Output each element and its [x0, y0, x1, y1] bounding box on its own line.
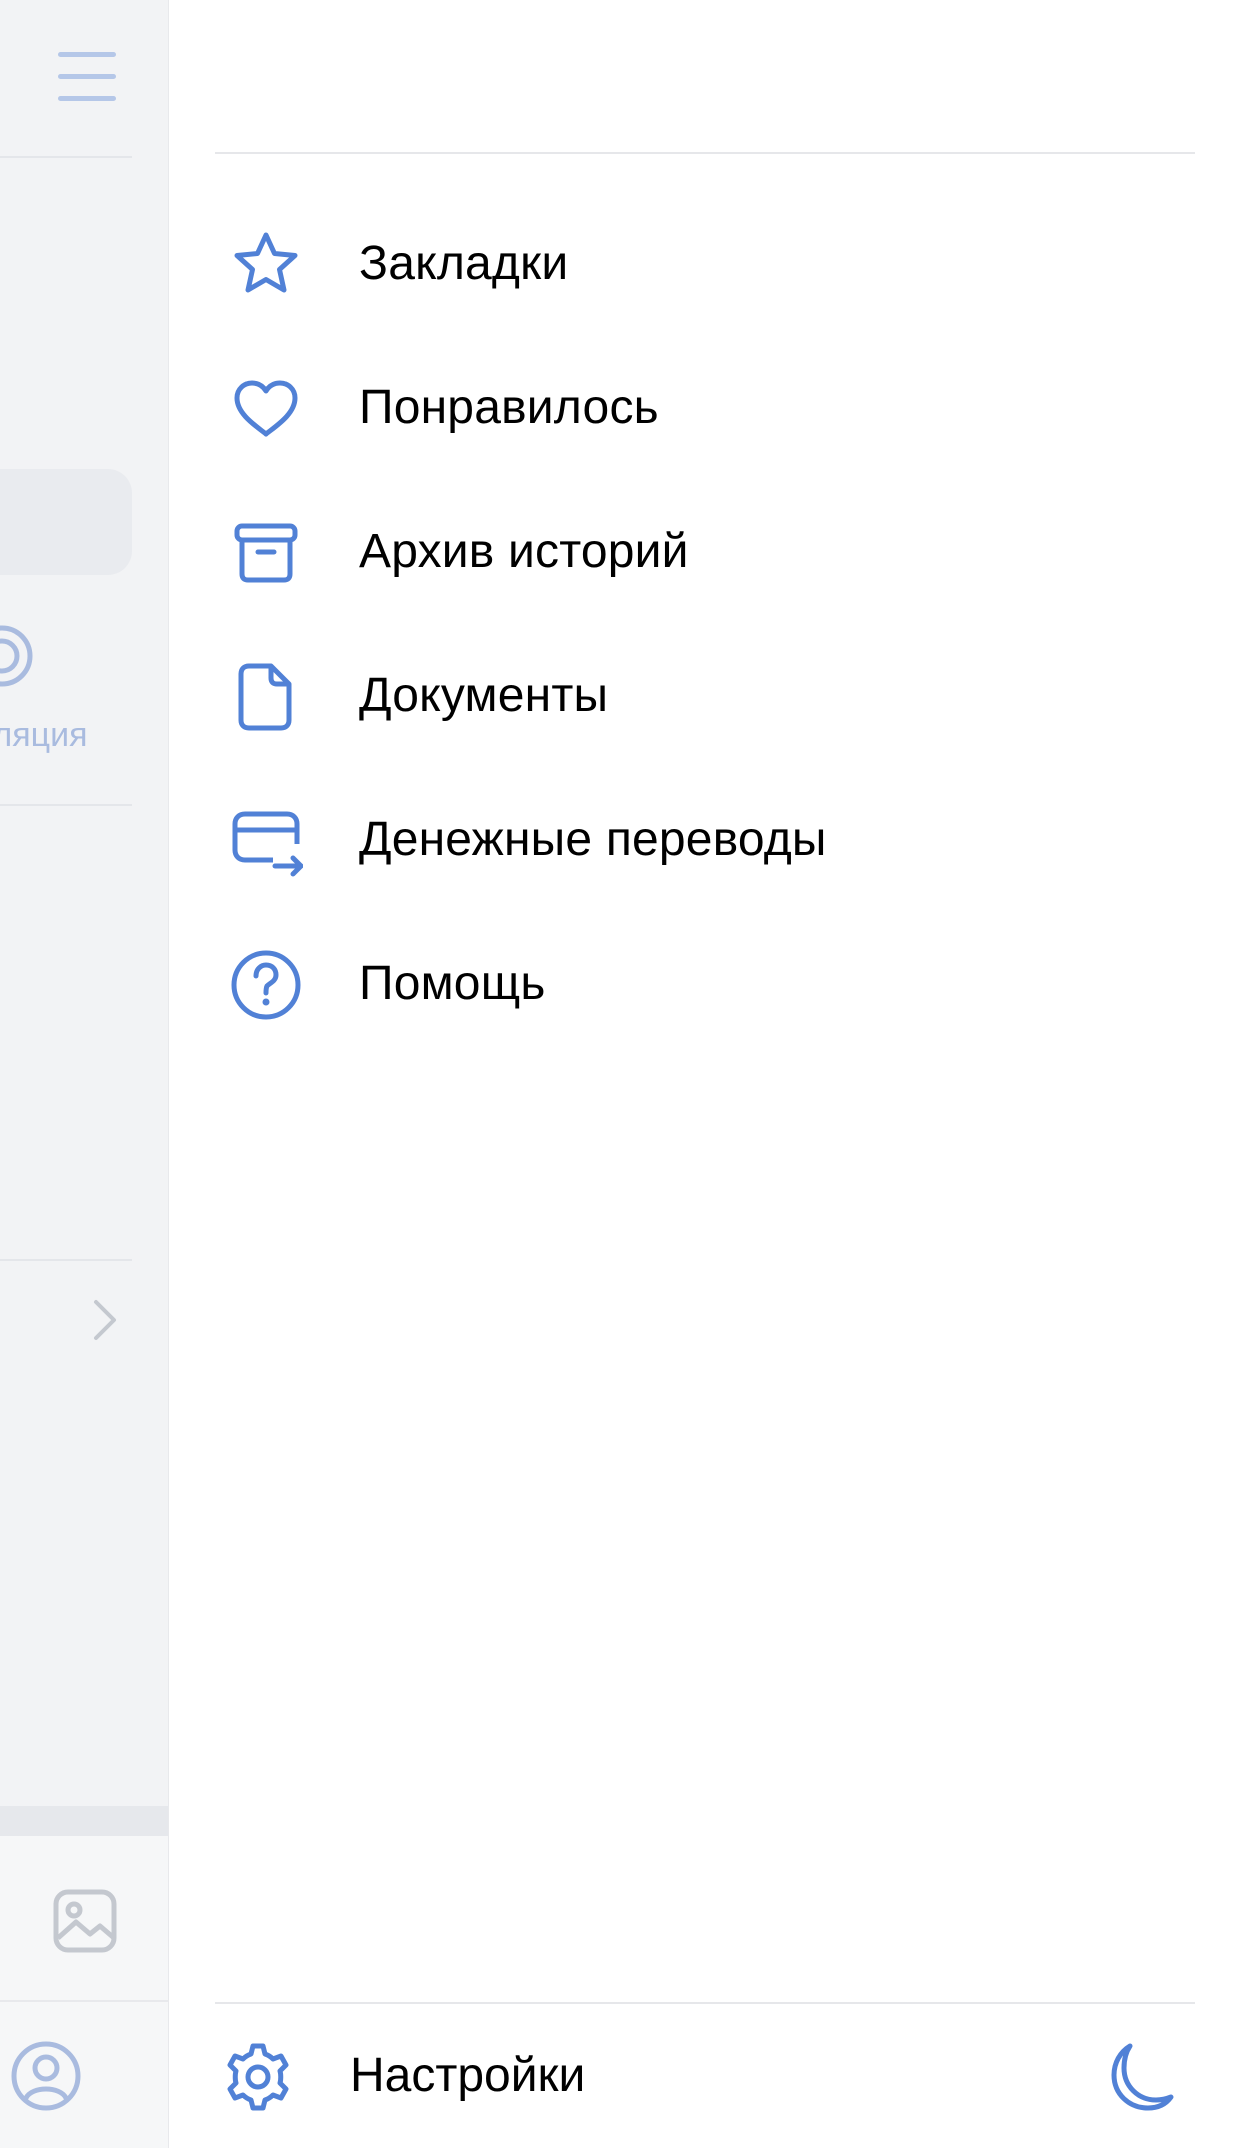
heart-icon [229, 372, 303, 446]
background-tab-bar-border [0, 1806, 169, 1836]
moon-icon[interactable] [1100, 2038, 1176, 2114]
menu-item-label: Помощь [359, 957, 546, 1010]
menu-item-bookmarks[interactable]: Закладки [215, 192, 1195, 336]
menu-top-divider [215, 152, 1195, 154]
menu-item-money-transfers[interactable]: Денежные переводы [215, 768, 1195, 912]
hamburger-menu-icon[interactable] [58, 52, 116, 102]
background-app-icon[interactable] [0, 624, 34, 688]
menu-item-liked[interactable]: Понравилось [215, 336, 1195, 480]
menu-item-label: Документы [359, 669, 609, 722]
menu-item-label: Денежные переводы [359, 813, 827, 866]
menu-list: Закладки Понравилось Архив историй Докум… [215, 192, 1195, 1056]
settings-button[interactable]: Настройки [215, 2004, 1195, 2148]
menu-item-label: Закладки [359, 237, 569, 290]
menu-item-label: Архив историй [359, 525, 689, 578]
document-icon [229, 660, 303, 734]
background-partial-label: пляция [0, 716, 88, 754]
background-search-pill[interactable] [0, 469, 132, 575]
background-divider [0, 1259, 132, 1261]
background-divider [0, 804, 132, 806]
background-divider [0, 156, 132, 158]
profile-icon[interactable] [10, 2040, 82, 2112]
menu-item-help[interactable]: Помощь [215, 912, 1195, 1056]
photo-icon[interactable] [52, 1888, 118, 1954]
menu-item-documents[interactable]: Документы [215, 624, 1195, 768]
star-icon [229, 228, 303, 302]
app-screen: пляция Закладки [0, 0, 1242, 2148]
settings-label: Настройки [350, 2049, 586, 2102]
money-transfer-icon [229, 804, 303, 878]
gear-icon [227, 2043, 289, 2111]
archive-icon [229, 516, 303, 590]
chevron-right-icon[interactable] [92, 1298, 118, 1342]
menu-item-label: Понравилось [359, 381, 659, 434]
background-app[interactable]: пляция [0, 0, 169, 2148]
help-icon [229, 948, 303, 1022]
background-divider [0, 2000, 169, 2002]
menu-item-stories-archive[interactable]: Архив историй [215, 480, 1195, 624]
